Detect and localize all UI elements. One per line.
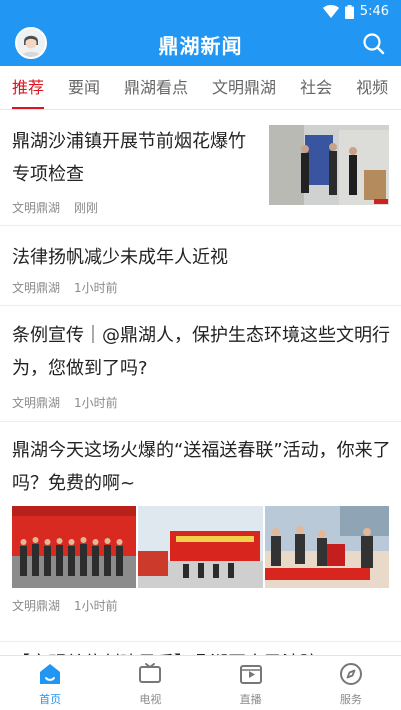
news-source: 文明鼎湖	[12, 281, 61, 295]
inspection-photo	[269, 125, 389, 205]
nav-home[interactable]: 首页	[0, 656, 100, 710]
news-meta: 文明鼎湖 刚刚	[12, 199, 98, 217]
tab-recommended[interactable]: 推荐	[0, 66, 56, 109]
search-icon	[363, 33, 385, 55]
nav-label: 电视	[139, 693, 162, 706]
compass-icon	[339, 663, 362, 685]
news-image	[264, 506, 389, 588]
nav-tv[interactable]: 电视	[100, 656, 200, 710]
tab-civilized-dinghu[interactable]: 文明鼎湖	[200, 66, 288, 109]
battery-icon	[344, 4, 354, 19]
news-meta: 文明鼎湖 1小时前	[12, 279, 118, 297]
status-time: 5:46	[359, 4, 389, 19]
nav-services[interactable]: 服务	[301, 656, 401, 710]
news-feed: 鼎湖沙浦镇开展节前烟花爆竹专项检查 文明鼎湖 刚刚 法律扬帆减少未成年人近视 文…	[0, 110, 401, 655]
app-title: 鼎湖新闻	[158, 34, 243, 58]
status-bar: 5:46	[0, 0, 401, 24]
tab-headlines[interactable]: 要闻	[56, 66, 112, 109]
event-stage-photo	[138, 506, 263, 588]
tab-video[interactable]: 视频	[344, 66, 400, 109]
wifi-icon	[322, 5, 339, 18]
nav-live[interactable]: 直播	[201, 656, 301, 710]
tab-society[interactable]: 社会	[288, 66, 344, 109]
news-title: 条例宣传｜@鼎湖人，保护生态环境这些文明行为，您做到了吗?	[12, 325, 390, 379]
news-time: 刚刚	[74, 201, 99, 215]
tab-dinghu-highlights[interactable]: 鼎湖看点	[112, 66, 200, 109]
calligraphy-photo	[264, 506, 389, 588]
tv-icon	[139, 663, 162, 683]
news-item[interactable]: 法律扬帆减少未成年人近视 文明鼎湖 1小时前	[0, 226, 401, 306]
app-bar: 鼎湖新闻	[0, 24, 401, 66]
search-button[interactable]	[361, 31, 387, 57]
nav-label: 直播	[239, 693, 262, 706]
news-title: 鼎湖今天这场火爆的“送福送春联”活动，你来了吗？免费的啊~	[12, 440, 391, 494]
home-icon	[40, 664, 61, 684]
news-item[interactable]: 条例宣传｜@鼎湖人，保护生态环境这些文明行为，您做到了吗? 文明鼎湖 1小时前	[0, 306, 401, 422]
news-source: 文明鼎湖	[12, 599, 61, 613]
news-meta: 文明鼎湖 1小时前	[12, 394, 118, 412]
news-thumbnail	[269, 125, 389, 205]
category-tabs: 推荐 要闻 鼎湖看点 文明鼎湖 社会 视频	[0, 66, 401, 110]
nav-label: 服务	[339, 693, 362, 706]
news-image-row	[12, 506, 389, 588]
news-title: 法律扬帆减少未成年人近视	[12, 247, 228, 268]
news-image	[12, 506, 137, 588]
news-item[interactable]: 【文明单位创建风采】鼎湖区人民法院：	[0, 642, 401, 655]
news-meta: 文明鼎湖 1小时前	[12, 597, 118, 615]
group-photo	[12, 506, 137, 588]
news-source: 文明鼎湖	[12, 201, 61, 215]
live-icon	[239, 665, 262, 684]
news-image	[138, 506, 263, 588]
news-time: 1小时前	[74, 396, 118, 410]
news-item[interactable]: 鼎湖今天这场火爆的“送福送春联”活动，你来了吗？免费的啊~ 文明鼎湖 1小时前	[0, 422, 401, 642]
news-item[interactable]: 鼎湖沙浦镇开展节前烟花爆竹专项检查 文明鼎湖 刚刚	[0, 110, 401, 226]
nav-label: 首页	[39, 693, 62, 706]
status-icons: 5:46	[322, 4, 389, 19]
news-time: 1小时前	[74, 281, 118, 295]
news-title: 鼎湖沙浦镇开展节前烟花爆竹专项检查	[12, 131, 246, 185]
news-title: 【文明单位创建风采】鼎湖区人民法院：	[12, 647, 336, 655]
news-time: 1小时前	[74, 599, 118, 613]
news-source: 文明鼎湖	[12, 396, 61, 410]
bottom-nav: 首页 电视 直播 服务	[0, 655, 401, 710]
